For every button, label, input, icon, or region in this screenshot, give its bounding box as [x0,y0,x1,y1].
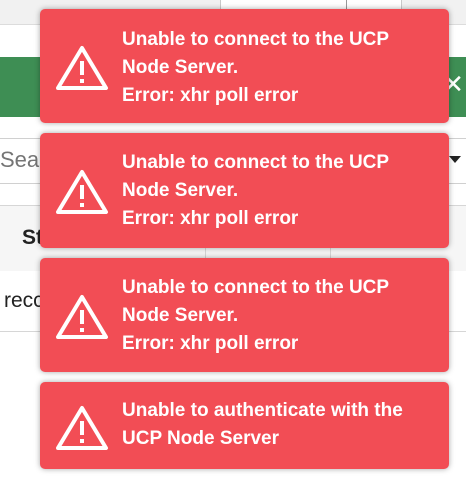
warning-triangle-icon [56,295,108,339]
error-toast-2[interactable]: Unable to connect to the UCP Node Server… [40,133,449,248]
toast-message: Unable to authenticate with the UCP Node… [122,397,437,453]
toast-message-line: Node Server. [122,57,239,78]
toast-message-line: Error: xhr poll error [122,208,299,229]
warning-triangle-icon [56,406,108,450]
toast-message: Unable to connect to the UCP Node Server… [122,149,437,233]
toast-message-line: Unable to authenticate with the [122,400,403,421]
error-toast-4[interactable]: Unable to authenticate with the UCP Node… [40,382,449,469]
toast-message: Unable to connect to the UCP Node Server… [122,274,437,358]
table-cell: recc [4,289,44,312]
chevron-down-icon[interactable] [449,156,461,163]
error-toast-1[interactable]: Unable to connect to the UCP Node Server… [40,9,449,123]
toast-message-line: Node Server. [122,180,239,201]
warning-triangle-icon [56,170,108,214]
toast-message-line: Node Server. [122,305,239,326]
toast-message-line: Unable to connect to the UCP [122,277,390,298]
toast-message-line: Unable to connect to the UCP [122,29,390,50]
error-toast-3[interactable]: Unable to connect to the UCP Node Server… [40,258,449,372]
toast-message-line: Unable to connect to the UCP [122,152,390,173]
toast-message-line: Error: xhr poll error [122,85,299,106]
warning-triangle-icon [56,46,108,90]
toast-message-line: UCP Node Server [122,428,279,449]
toast-message-line: Error: xhr poll error [122,333,299,354]
toast-message: Unable to connect to the UCP Node Server… [122,26,437,110]
